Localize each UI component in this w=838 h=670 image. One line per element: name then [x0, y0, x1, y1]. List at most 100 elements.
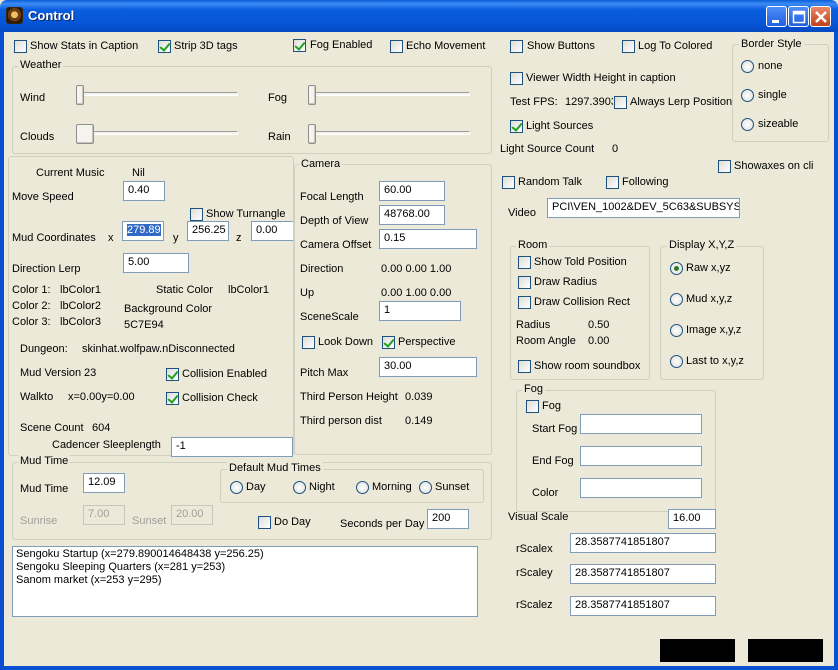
scene-scale-field[interactable]: 1: [379, 301, 461, 321]
video-field[interactable]: PCI\VEN_1002&DEV_5C63&SUBSYS_: [547, 198, 740, 218]
title-bar[interactable]: Control: [0, 0, 838, 32]
morning-radio[interactable]: [356, 481, 369, 494]
start-fog-field[interactable]: [580, 414, 702, 434]
y-label: y: [173, 232, 179, 244]
z-coordinate-field[interactable]: 0.00: [251, 221, 293, 241]
maximize-button[interactable]: [788, 6, 809, 27]
border-single-radio[interactable]: [741, 89, 754, 102]
x-coordinate-value: 279.89: [127, 224, 161, 236]
end-fog-field[interactable]: [580, 446, 702, 466]
draw-collision-rect-label: Draw Collision Rect: [534, 296, 630, 308]
last-to-xyz-radio[interactable]: [670, 355, 683, 368]
locations-list[interactable]: Sengoku Startup (x=279.890014648438 y=25…: [12, 546, 478, 617]
image-xyz-radio[interactable]: [670, 324, 683, 337]
fog-color-field[interactable]: [580, 478, 702, 498]
perspective-checkbox[interactable]: [382, 336, 395, 349]
room-angle-value: 0.00: [588, 335, 610, 347]
border-sizeable-label: sizeable: [758, 118, 799, 130]
mud-xyz-radio[interactable]: [670, 293, 683, 306]
draw-radius-checkbox[interactable]: [518, 276, 531, 289]
showaxes-checkbox[interactable]: [718, 160, 731, 173]
show-turnangle-checkbox[interactable]: [190, 208, 203, 221]
show-turnangle-label: Show Turnangle: [206, 208, 286, 220]
direction-lerp-field[interactable]: 5.00: [123, 253, 189, 273]
strip-3d-checkbox[interactable]: [158, 40, 171, 53]
collision-check-checkbox[interactable]: [166, 392, 179, 405]
sunrise-field[interactable]: 7.00: [83, 505, 125, 525]
raw-xyz-label: Raw x,yz: [686, 262, 731, 274]
static-color-label: Static Color: [156, 284, 213, 296]
rain-slider-thumb[interactable]: [308, 124, 316, 144]
fog-slider[interactable]: [310, 92, 470, 96]
sunset-field[interactable]: 20.00: [171, 505, 213, 525]
viewer-width-height-label: Viewer Width Height in caption: [526, 72, 676, 84]
night-radio[interactable]: [293, 481, 306, 494]
light-source-count-label: Light Source Count: [500, 143, 595, 155]
wind-slider[interactable]: [78, 92, 238, 96]
x-label: x: [108, 232, 114, 244]
light-sources-checkbox[interactable]: [510, 120, 523, 133]
clouds-slider-thumb[interactable]: [76, 124, 94, 144]
border-none-label: none: [758, 60, 783, 72]
current-music-label: Current Music: [36, 167, 105, 179]
rain-slider[interactable]: [310, 131, 470, 135]
show-soundbox-checkbox[interactable]: [518, 360, 531, 373]
y-coordinate-field[interactable]: 256.25: [187, 221, 229, 241]
rscaley-field[interactable]: 28.3587741851807: [570, 564, 716, 584]
color2-value: lbColor2: [60, 300, 101, 312]
x-coordinate-field[interactable]: 279.89: [122, 221, 164, 241]
following-checkbox[interactable]: [606, 176, 619, 189]
collision-enabled-label: Collision Enabled: [182, 368, 267, 380]
direction-label: Direction: [300, 263, 344, 275]
clouds-slider[interactable]: [78, 131, 238, 135]
list-item[interactable]: Sengoku Sleeping Quarters (x=281 y=253): [16, 561, 474, 574]
list-item[interactable]: Sanom market (x=253 y=295): [16, 574, 474, 587]
rscalez-field[interactable]: 28.3587741851807: [570, 596, 716, 616]
camera-offset-field[interactable]: 0.15: [379, 229, 477, 249]
cadencer-label: Cadencer Sleeplength: [52, 439, 161, 451]
status-box-left: [660, 639, 735, 662]
fog-checkbox[interactable]: [526, 400, 539, 413]
focal-length-field[interactable]: 60.00: [379, 181, 445, 201]
do-day-checkbox[interactable]: [258, 516, 271, 529]
mud-time-field[interactable]: 12.09: [83, 473, 125, 493]
show-told-position-checkbox[interactable]: [518, 256, 531, 269]
draw-radius-label: Draw Radius: [534, 276, 597, 288]
visual-scale-label: Visual Scale: [508, 511, 569, 523]
sunset-radio[interactable]: [419, 481, 432, 494]
list-item[interactable]: Sengoku Startup (x=279.890014648438 y=25…: [16, 548, 474, 561]
window-frame-left: [0, 32, 4, 670]
scene-count-label: Scene Count: [20, 422, 84, 434]
random-talk-checkbox[interactable]: [502, 176, 515, 189]
show-buttons-checkbox[interactable]: [510, 40, 523, 53]
pitch-max-field[interactable]: 30.00: [379, 357, 477, 377]
depth-of-view-field[interactable]: 48768.00: [379, 205, 445, 225]
room-legend: Room: [516, 239, 550, 251]
echo-movement-checkbox[interactable]: [390, 40, 403, 53]
day-radio[interactable]: [230, 481, 243, 494]
seconds-per-day-field[interactable]: 200: [427, 509, 469, 529]
show-stats-checkbox[interactable]: [14, 40, 27, 53]
fog-slider-thumb[interactable]: [308, 85, 316, 105]
border-none-radio[interactable]: [741, 60, 754, 73]
minimize-button[interactable]: [766, 6, 787, 27]
seconds-per-day-label: Seconds per Day: [340, 518, 425, 530]
raw-xyz-radio[interactable]: [670, 262, 683, 275]
draw-collision-rect-checkbox[interactable]: [518, 296, 531, 309]
log-to-colored-label: Log To Colored: [638, 40, 713, 52]
fog-enabled-checkbox[interactable]: [293, 39, 306, 52]
visual-scale-field[interactable]: 16.00: [668, 509, 716, 529]
collision-enabled-checkbox[interactable]: [166, 368, 179, 381]
always-lerp-checkbox[interactable]: [614, 96, 627, 109]
wind-slider-thumb[interactable]: [76, 85, 84, 105]
viewer-width-height-checkbox[interactable]: [510, 72, 523, 85]
look-down-checkbox[interactable]: [302, 336, 315, 349]
cadencer-field[interactable]: -1: [171, 437, 293, 457]
move-speed-field[interactable]: 0.40: [123, 181, 165, 201]
z-label: z: [236, 232, 242, 244]
close-button[interactable]: [810, 6, 831, 27]
rscalex-field[interactable]: 28.3587741851807: [570, 533, 716, 553]
log-to-colored-checkbox[interactable]: [622, 40, 635, 53]
border-sizeable-radio[interactable]: [741, 118, 754, 131]
camera-offset-label: Camera Offset: [300, 239, 372, 251]
